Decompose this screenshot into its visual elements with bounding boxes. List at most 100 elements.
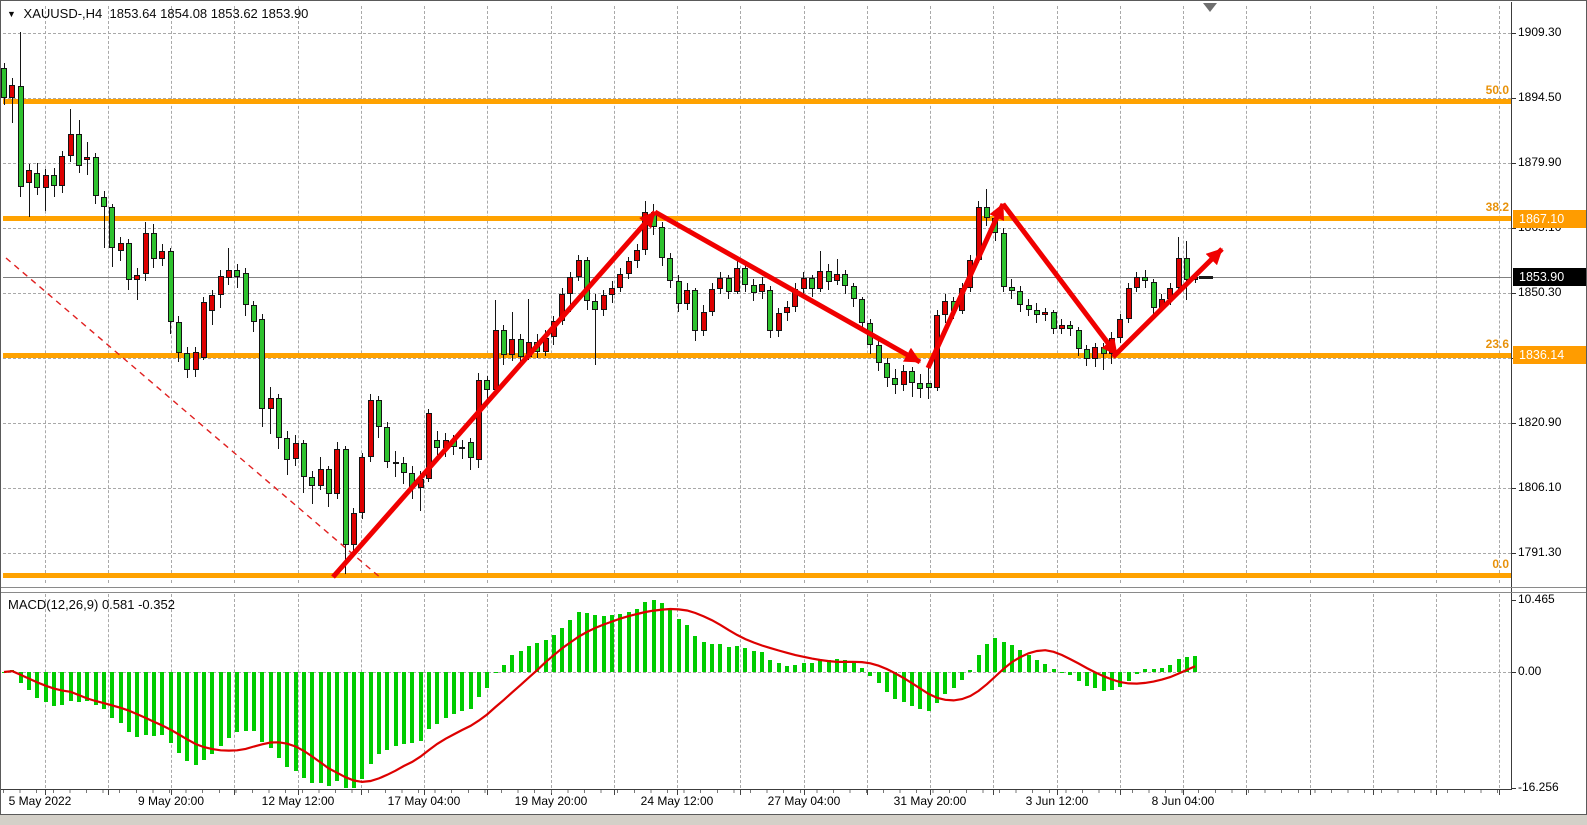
candle [592,301,598,311]
candle [451,440,457,447]
macd-histogram-bar [1077,672,1081,681]
macd-histogram-bar [1002,642,1006,672]
macd-histogram-bar [985,644,989,672]
macd-histogram-bar [360,672,364,779]
candle [1001,233,1007,287]
candle [676,281,682,305]
time-gridline [930,6,931,583]
price-axis-label: 1806.10 [1518,480,1561,494]
candle [509,339,515,354]
macd-histogram-bar [1085,672,1089,686]
time-gridline [993,6,994,583]
fib-level-line[interactable] [3,99,1511,104]
macd-histogram-bar [260,672,264,742]
chart-shift-marker-icon[interactable] [1203,3,1217,12]
macd-histogram-bar [519,651,523,672]
macd-histogram-bar [927,672,931,711]
time-gridline [1183,6,1184,583]
fib-level-line[interactable] [3,216,1511,221]
candle [809,278,815,290]
time-axis-label: 8 Jun 04:00 [1152,794,1215,808]
time-gridline [234,6,235,583]
candle [1026,305,1032,310]
candle [251,305,257,323]
candle [101,197,107,208]
macd-histogram-bar [319,672,323,783]
candle [959,288,965,311]
candle [276,398,282,438]
candle [692,290,698,331]
fib-level-line[interactable] [3,573,1511,578]
candle [917,383,923,389]
macd-histogram-bar [743,648,747,672]
trend-arrow[interactable] [1003,204,1117,355]
candle [134,275,140,280]
candle [1142,277,1148,281]
candle [359,457,365,513]
time-gridline [867,594,868,788]
time-axis-label: 19 May 20:00 [515,794,588,808]
time-axis-label: 27 May 04:00 [768,794,841,808]
macd-histogram-bar [585,613,589,672]
candle [301,443,307,477]
fib-level-line[interactable] [3,353,1511,358]
candle [168,251,174,322]
price-gridline [3,488,1511,489]
macd-histogram-bar [10,670,14,672]
window-bottom-strip [0,814,1587,825]
fib-level-label: 50.0 [1486,83,1509,97]
candle [1151,282,1157,308]
pane-separator[interactable] [0,587,1587,588]
macd-histogram-bar [435,672,439,724]
candle [576,260,582,277]
candle [817,271,823,290]
macd-histogram-bar [577,612,581,672]
last-price-badge: 1853.90 [1513,268,1587,286]
candle [76,134,82,165]
macd-histogram-bar [818,660,822,672]
candle [842,274,848,287]
macd-histogram-bar [494,672,498,673]
time-axis-label: 17 May 04:00 [388,794,461,808]
macd-histogram-bar [1102,672,1106,691]
time-gridline [993,594,994,788]
macd-histogram-bar [793,665,797,672]
macd-histogram-bar [144,672,148,735]
time-gridline [1499,594,1500,788]
macd-histogram-bar [618,614,622,672]
candle [926,383,932,388]
candle [726,278,732,292]
macd-histogram-bar [294,672,298,771]
macd-histogram-bar [710,644,714,672]
candle [1076,330,1082,349]
macd-histogram-bar [727,647,731,672]
candle [951,301,957,311]
price-gridline [3,228,1511,229]
macd-histogram-bar [668,610,672,672]
candle [1101,347,1107,354]
macd-histogram-bar [502,665,506,673]
macd-histogram-bar [377,672,381,754]
candle [384,427,390,462]
candle [851,286,857,299]
candle [51,175,57,187]
macd-histogram-bar [852,663,856,673]
macd-histogram-bar [327,672,331,786]
candle [376,400,382,427]
last-price-marker [1199,276,1213,279]
time-gridline [1246,6,1247,583]
time-gridline [1246,594,1247,788]
candle [1,68,7,98]
macd-histogram-bar [227,672,231,738]
macd-histogram-bar [1118,672,1122,687]
candle [617,274,623,288]
candle [801,278,807,289]
macd-histogram-bar [444,672,448,718]
macd-histogram-bar [69,672,73,701]
candle [126,243,132,280]
trend-arrow[interactable] [333,212,655,577]
time-axis-label: 3 Jun 12:00 [1026,794,1089,808]
chart-window[interactable]: 50.038.223.60.01909.301894.501879.901865… [0,0,1587,825]
candle [409,473,415,488]
descending-trendline-dashed[interactable] [6,258,382,579]
